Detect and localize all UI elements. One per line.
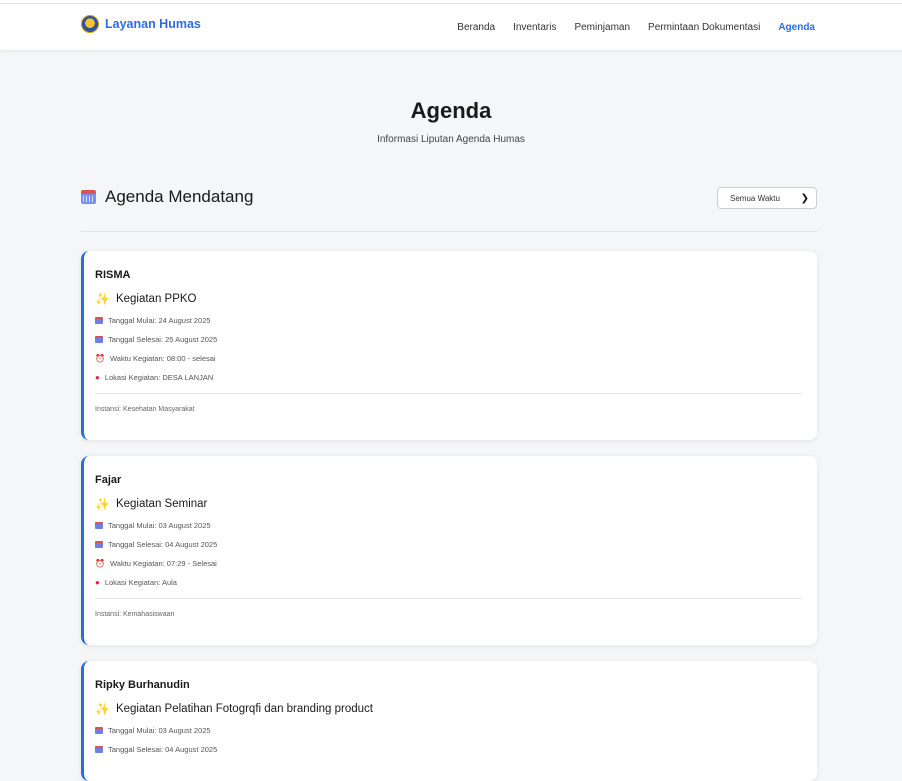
agenda-location: ● Lokasi Kegiatan: DESA LANJAN [95, 373, 802, 382]
alarm-clock-icon: ⏰ [95, 353, 105, 363]
agenda-event-title: Kegiatan Pelatihan Fotogrqfi dan brandin… [115, 703, 373, 715]
section-title: Agenda Mendatang [81, 187, 253, 207]
agenda-location: ● Lokasi Kegiatan: Aula [95, 578, 802, 587]
time-filter-value: Semua Waktu [730, 193, 780, 203]
nav-link-beranda[interactable]: Beranda [457, 22, 495, 33]
agenda-event: ✨ Kegiatan Seminar [95, 497, 802, 511]
chevron-down-icon: ❯ [800, 192, 809, 204]
sparkle-icon: ✨ [95, 702, 110, 716]
calendar-icon [95, 541, 103, 548]
agenda-time-text: Waktu Kegiatan: 07:29 - Selesai [109, 559, 217, 568]
agenda-card: RISMA ✨ Kegiatan PPKO Tanggal Mulai: 24 … [81, 251, 817, 440]
nav-link-peminjaman[interactable]: Peminjaman [574, 22, 630, 33]
calendar-icon [95, 317, 103, 324]
agenda-event-title: Kegiatan Seminar [115, 498, 208, 510]
calendar-icon [95, 727, 103, 734]
agenda-start-date-text: Tanggal Mulai: 03 August 2025 [108, 726, 211, 735]
page-title: Agenda [410, 98, 492, 123]
agenda-start-date-text: Tanggal Mulai: 03 August 2025 [108, 521, 211, 530]
page-subtitle: Informasi Liputan Agenda Humas [377, 134, 525, 145]
agenda-end-date-text: Tanggal Selesai: 25 August 2025 [108, 335, 218, 344]
agenda-location-text: Lokasi Kegiatan: DESA LANJAN [104, 373, 214, 382]
agenda-end-date: Tanggal Selesai: 04 August 2025 [95, 745, 802, 754]
brand-name: Layanan Humas [105, 17, 201, 31]
section-title-text: Agenda Mendatang [105, 187, 254, 206]
location-pin-icon: ● [95, 577, 100, 587]
agenda-event: ✨ Kegiatan PPKO [95, 292, 802, 306]
nav-link-permintaan-dokumentasi[interactable]: Permintaan Dokumentasi [648, 22, 760, 33]
agenda-requester: RISMA [95, 269, 131, 281]
navbar: Layanan Humas Beranda Inventaris Peminja… [0, 4, 902, 50]
calendar-icon [95, 522, 103, 529]
agenda-requester: Fajar [95, 474, 122, 486]
nav-links: Beranda Inventaris Peminjaman Permintaan… [457, 22, 815, 33]
sparkle-icon: ✨ [95, 497, 110, 511]
agenda-start-date: Tanggal Mulai: 03 August 2025 [95, 521, 802, 530]
calendar-icon [95, 336, 103, 343]
alarm-clock-icon: ⏰ [95, 558, 105, 568]
agenda-event: ✨ Kegiatan Pelatihan Fotogrqfi dan brand… [95, 702, 802, 716]
agenda-requester: Ripky Burhanudin [95, 679, 190, 691]
brand-link[interactable]: Layanan Humas [81, 15, 201, 33]
agenda-end-date-text: Tanggal Selesai: 04 August 2025 [108, 540, 218, 549]
agenda-end-date: Tanggal Selesai: 25 August 2025 [95, 335, 802, 344]
agenda-instansi: Instansi: Kesehatan Masyarakat [95, 406, 195, 413]
agenda-end-date: Tanggal Selesai: 04 August 2025 [95, 540, 802, 549]
divider [95, 598, 802, 599]
agenda-time: ⏰ Waktu Kegiatan: 07:29 - Selesai [95, 559, 802, 568]
location-pin-icon: ● [95, 372, 100, 382]
agenda-card: Fajar ✨ Kegiatan Seminar Tanggal Mulai: … [81, 456, 817, 645]
agenda-start-date-text: Tanggal Mulai: 24 August 2025 [108, 316, 211, 325]
nav-link-agenda[interactable]: Agenda [778, 22, 815, 33]
logo-icon [81, 15, 99, 33]
agenda-start-date: Tanggal Mulai: 03 August 2025 [95, 726, 802, 735]
agenda-instansi: Instansi: Kemahasiswaan [95, 611, 175, 618]
time-filter-select[interactable]: Semua Waktu ❯ [717, 187, 817, 209]
agenda-event-title: Kegiatan PPKO [115, 293, 197, 305]
calendar-icon [81, 190, 96, 204]
nav-link-inventaris[interactable]: Inventaris [513, 22, 556, 33]
hero: Agenda Informasi Liputan Agenda Humas [0, 98, 902, 145]
agenda-start-date: Tanggal Mulai: 24 August 2025 [95, 316, 802, 325]
agenda-end-date-text: Tanggal Selesai: 04 August 2025 [108, 745, 218, 754]
section-header: Agenda Mendatang Semua Waktu ❯ [81, 183, 817, 232]
divider [95, 393, 802, 394]
agenda-card: Ripky Burhanudin ✨ Kegiatan Pelatihan Fo… [81, 661, 817, 781]
agenda-time: ⏰ Waktu Kegiatan: 08:00 - selesai [95, 354, 802, 363]
agenda-location-text: Lokasi Kegiatan: Aula [104, 578, 177, 587]
sparkle-icon: ✨ [95, 292, 110, 306]
agenda-time-text: Waktu Kegiatan: 08:00 - selesai [109, 354, 216, 363]
calendar-icon [95, 746, 103, 753]
